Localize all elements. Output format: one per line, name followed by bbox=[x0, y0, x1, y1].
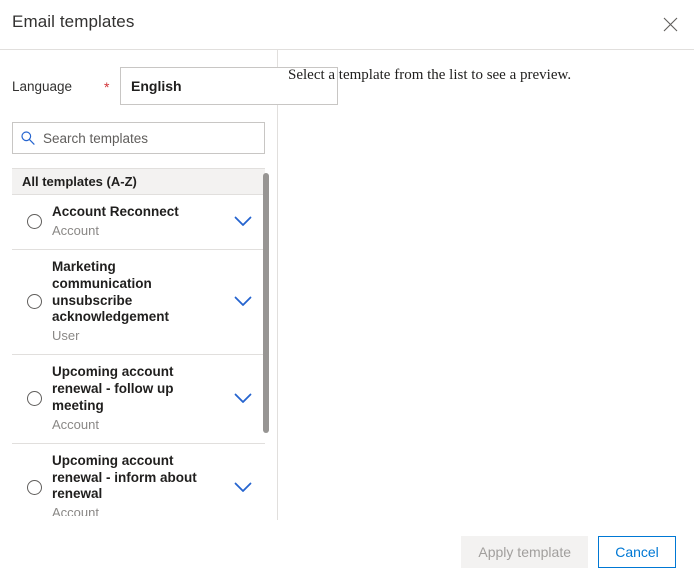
chevron-down-icon[interactable] bbox=[221, 216, 265, 227]
template-text: Upcoming account renewal - follow up mee… bbox=[52, 364, 221, 434]
list-item[interactable]: Account Reconnect Account bbox=[12, 195, 265, 250]
template-text: Marketing communication unsubscribe ackn… bbox=[52, 259, 221, 345]
template-preview-pane: Select a template from the list to see a… bbox=[278, 50, 694, 520]
template-text: Account Reconnect Account bbox=[52, 204, 221, 240]
dialog-footer: Apply template Cancel bbox=[0, 520, 694, 584]
template-name: Account Reconnect bbox=[52, 204, 179, 219]
template-radio[interactable] bbox=[12, 294, 52, 310]
chevron-down-icon[interactable] bbox=[221, 296, 265, 307]
search-box[interactable] bbox=[12, 122, 265, 154]
scrollbar-thumb[interactable] bbox=[263, 173, 269, 433]
template-list-scrollbar[interactable] bbox=[261, 168, 271, 516]
dialog-header: Email templates bbox=[0, 0, 694, 50]
template-list-header: All templates (A-Z) bbox=[12, 168, 265, 195]
list-item[interactable]: Upcoming account renewal - follow up mee… bbox=[12, 355, 265, 444]
template-entity: Account bbox=[52, 505, 99, 516]
template-text: Upcoming account renewal - inform about … bbox=[52, 453, 221, 516]
close-button[interactable] bbox=[656, 10, 684, 38]
template-list: All templates (A-Z) Account Reconnect Ac… bbox=[12, 168, 269, 516]
page-title: Email templates bbox=[12, 12, 135, 31]
dialog-body: Language * All templates (A-Z) bbox=[0, 50, 694, 520]
close-icon bbox=[663, 17, 678, 32]
radio-circle-icon bbox=[26, 214, 42, 230]
template-radio[interactable] bbox=[12, 479, 52, 495]
chevron-down-icon[interactable] bbox=[221, 393, 265, 404]
template-selection-pane: Language * All templates (A-Z) bbox=[0, 50, 338, 520]
template-entity: Account bbox=[52, 416, 99, 432]
required-indicator: * bbox=[104, 79, 110, 95]
template-radio[interactable] bbox=[12, 391, 52, 407]
search-icon bbox=[13, 130, 43, 146]
cancel-button[interactable]: Cancel bbox=[598, 536, 676, 568]
template-name: Marketing communication unsubscribe ackn… bbox=[52, 258, 170, 325]
template-radio[interactable] bbox=[12, 214, 52, 230]
template-entity: Account bbox=[52, 222, 99, 238]
language-row: Language * bbox=[0, 50, 338, 108]
email-templates-dialog: Email templates Language * English Searc… bbox=[0, 0, 694, 584]
template-entity: User bbox=[52, 328, 80, 344]
radio-circle-icon bbox=[26, 294, 42, 310]
chevron-down-icon[interactable] bbox=[221, 482, 265, 493]
preview-empty-message: Select a template from the list to see a… bbox=[288, 67, 572, 83]
template-name: Upcoming account renewal - inform about … bbox=[52, 452, 197, 502]
list-item[interactable]: Upcoming account renewal - inform about … bbox=[12, 444, 265, 516]
list-item[interactable]: Marketing communication unsubscribe ackn… bbox=[12, 250, 265, 356]
template-list-scroll-region[interactable]: Account Reconnect Account Marketing comm… bbox=[12, 195, 265, 516]
language-label: Language bbox=[12, 78, 73, 94]
radio-circle-icon bbox=[26, 391, 42, 407]
template-name: Upcoming account renewal - follow up mee… bbox=[52, 364, 174, 413]
search-input[interactable] bbox=[43, 123, 264, 153]
template-list-header-label: All templates (A-Z) bbox=[22, 174, 137, 189]
apply-template-button[interactable]: Apply template bbox=[461, 536, 588, 568]
radio-circle-icon bbox=[26, 479, 42, 495]
